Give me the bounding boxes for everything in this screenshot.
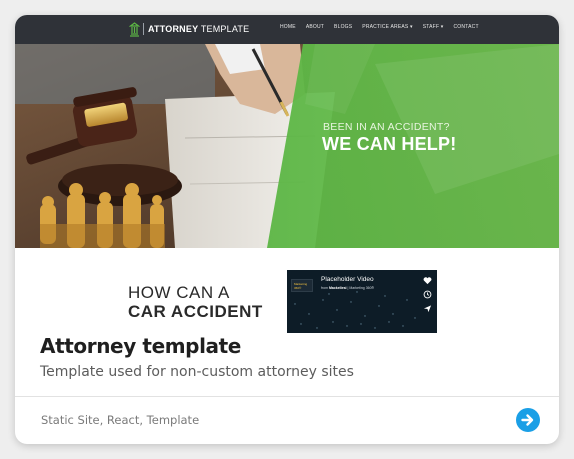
video-thumbnail: Marketing 360® — [291, 279, 313, 292]
open-project-button[interactable] — [516, 408, 540, 432]
card-divider — [15, 396, 559, 397]
hero-kicker-text: BEEN IN AN ACCIDENT? — [323, 121, 450, 133]
logo-separator — [143, 23, 144, 35]
preview-logo: ATTORNEY TEMPLATE — [129, 21, 249, 37]
nav-item-staff: STAFF ▾ — [422, 24, 444, 30]
video-title: Placeholder Video — [321, 276, 374, 283]
section-heading-line1: HOW CAN A — [128, 283, 230, 302]
hero-photo — [15, 44, 559, 248]
share-icon — [423, 305, 432, 313]
nav-item-about: ABOUT — [305, 24, 325, 30]
nav-item-contact: CONTACT — [453, 24, 479, 30]
heart-icon — [423, 277, 432, 285]
preview-content-section: HOW CAN A CAR ACCIDENT Marketing 360® Pl… — [15, 248, 559, 333]
video-subtitle: from Mackellesi | Marketing 360® — [321, 286, 375, 290]
preview-navbar: ATTORNEY TEMPLATE HOME ABOUT BLOGS PRACT… — [15, 15, 559, 44]
project-card[interactable]: ATTORNEY TEMPLATE HOME ABOUT BLOGS PRACT… — [15, 15, 559, 444]
card-description: Template used for non-custom attorney si… — [40, 364, 354, 380]
arrow-right-icon — [521, 414, 534, 426]
clock-icon — [423, 290, 432, 299]
nav-item-practice-areas: PRACTICE AREAS ▾ — [362, 24, 413, 30]
logo-wordmark: ATTORNEY TEMPLATE — [148, 24, 250, 34]
card-tags: Static Site, React, Template — [41, 413, 200, 427]
nav-item-home: HOME — [280, 24, 296, 30]
section-heading-line2: CAR ACCIDENT — [128, 302, 263, 321]
section-heading: HOW CAN A CAR ACCIDENT — [128, 284, 263, 320]
preview-nav-menu: HOME ABOUT BLOGS PRACTICE AREAS ▾ STAFF … — [280, 24, 479, 30]
card-title: Attorney template — [40, 334, 241, 358]
preview-hero: BEEN IN AN ACCIDENT? WE CAN HELP! — [15, 44, 559, 248]
pillar-logo-icon — [129, 21, 140, 37]
hero-headline: WE CAN HELP! — [322, 134, 457, 154]
video-embed: Marketing 360® Placeholder Video from Ma… — [287, 270, 437, 333]
nav-item-blogs: BLOGS — [334, 24, 353, 30]
site-preview-screenshot: ATTORNEY TEMPLATE HOME ABOUT BLOGS PRACT… — [15, 15, 559, 333]
